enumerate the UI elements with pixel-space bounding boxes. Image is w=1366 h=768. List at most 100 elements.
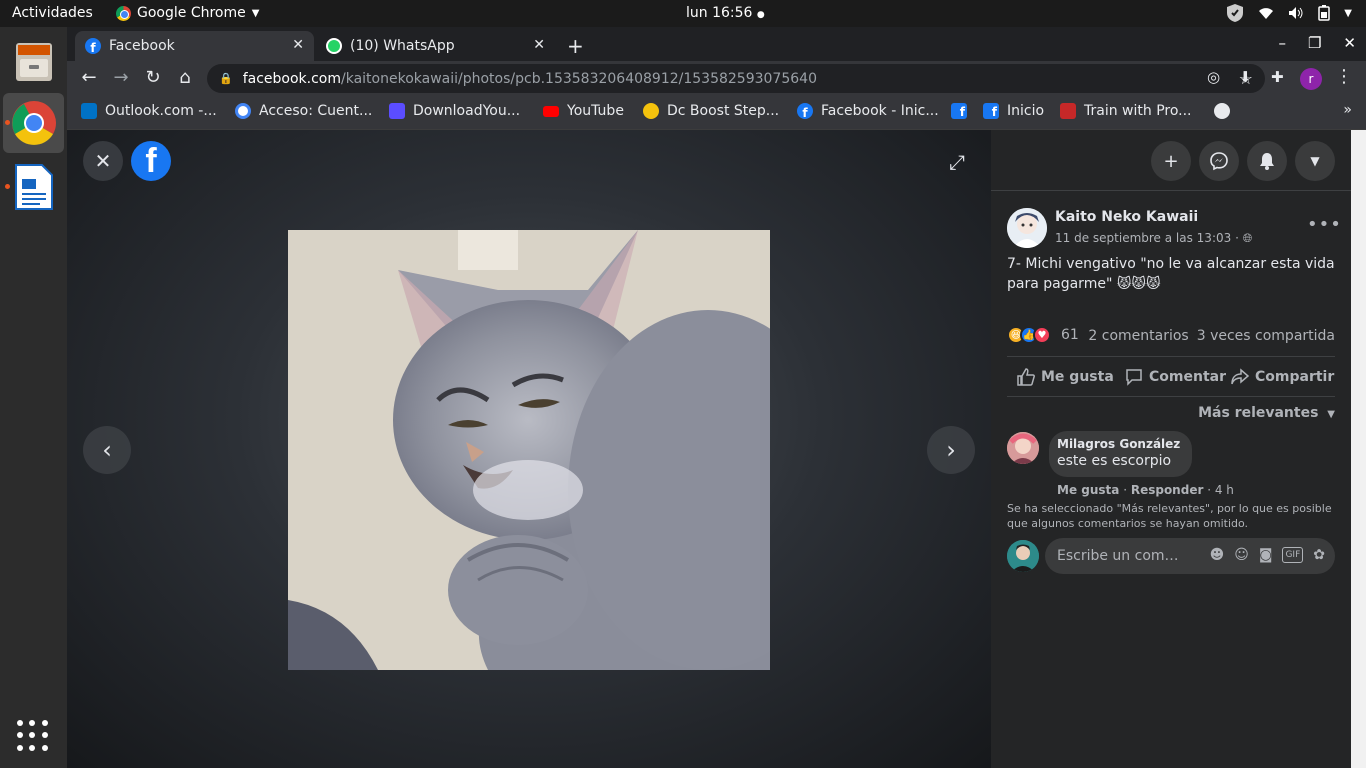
running-indicator	[5, 184, 10, 189]
post-date[interactable]: 11 de septiembre a las 13:03 · 🌐︎	[1055, 231, 1252, 246]
chevron-down-icon: ▼	[251, 7, 260, 19]
comment-reply-link[interactable]: Responder	[1131, 483, 1204, 497]
comment-button[interactable]: Comentar	[1125, 368, 1226, 386]
author-avatar[interactable]	[1007, 208, 1047, 248]
new-tab-button[interactable]: +	[567, 34, 584, 58]
chrome-menu-icon[interactable]: ⋮	[1335, 66, 1353, 87]
youtube-icon	[543, 105, 559, 117]
grid-dot	[41, 720, 48, 726]
minimize-icon[interactable]: –	[1278, 34, 1286, 52]
messenger-button[interactable]	[1199, 141, 1239, 181]
bookmark-outlook[interactable]: Outlook.com -...	[81, 103, 217, 119]
account-menu-button[interactable]: ▼	[1295, 141, 1335, 181]
grid-dot	[41, 744, 48, 751]
comment-input[interactable]: Escribe un com… ☻ ☺ ◙ GIF ✿	[1045, 538, 1335, 574]
bookmark-youtube[interactable]: YouTube	[543, 103, 624, 119]
show-applications-button[interactable]	[17, 720, 49, 752]
clock-label: lun 16:56	[686, 5, 753, 21]
home-icon[interactable]: ⌂	[173, 67, 197, 88]
post-options-icon[interactable]: •••	[1307, 214, 1342, 235]
dock-chrome[interactable]	[3, 93, 64, 153]
shield-icon	[1227, 4, 1244, 22]
app-menu[interactable]: Google Chrome ▼	[116, 5, 259, 21]
comment-text: este es escorpio	[1057, 453, 1172, 469]
url-host: facebook.com	[242, 70, 341, 87]
tab-strip: f Facebook ✕ (10) WhatsApp ✕ + – ❐ ✕	[67, 27, 1366, 61]
reactions-summary[interactable]: 😆 👍 ♥ 61	[1007, 326, 1079, 344]
wifi-icon	[1259, 8, 1274, 19]
download-icon[interactable]: ⬇	[1239, 68, 1252, 86]
bookmark-downloadyou[interactable]: DownloadYou...	[389, 103, 520, 119]
tab-title: (10) WhatsApp	[350, 38, 455, 54]
maximize-icon[interactable]: ❐	[1308, 34, 1321, 52]
bookmark-facebook-login[interactable]: f Facebook - Inic...	[797, 103, 939, 119]
commenter-avatar[interactable]	[1007, 432, 1039, 464]
sort-label: Más relevantes	[1198, 405, 1319, 421]
comment-sort-dropdown[interactable]: Más relevantes ▼	[1198, 405, 1335, 421]
extension-globe-icon[interactable]: ◎	[1207, 68, 1220, 86]
bookmark-train[interactable]: Train with Pro...	[1060, 103, 1192, 119]
sticker-icon[interactable]: ✿	[1313, 547, 1325, 563]
globe-icon	[1214, 103, 1230, 119]
file-cabinet-icon	[15, 43, 52, 81]
comment-time[interactable]: 4 h	[1215, 483, 1234, 497]
caret-down-icon: ▼	[1327, 409, 1335, 420]
post-author-name[interactable]: Kaito Neko Kawaii	[1055, 209, 1198, 225]
notifications-button[interactable]	[1247, 141, 1287, 181]
emoji-icon[interactable]: ☺	[1234, 547, 1249, 563]
bookmark-inicio[interactable]: f Inicio	[983, 103, 1044, 119]
bookmark-label: Dc Boost Step...	[667, 103, 780, 119]
back-arrow-icon[interactable]: ←	[77, 67, 101, 88]
post-caption: 7- Michi vengativo "no le va alcanzar es…	[1007, 256, 1335, 292]
close-viewer-button[interactable]: ✕	[83, 141, 123, 181]
close-tab-icon[interactable]: ✕	[292, 37, 304, 53]
system-top-bar: Actividades Google Chrome ▼ lun 16:56 ● …	[0, 0, 1366, 27]
dock-writer[interactable]	[3, 157, 64, 217]
activities-button[interactable]: Actividades	[12, 5, 93, 21]
gif-icon[interactable]: GIF	[1282, 547, 1304, 563]
close-window-icon[interactable]: ✕	[1343, 34, 1356, 52]
forward-arrow-icon[interactable]: →	[109, 67, 133, 88]
grid-dot	[29, 720, 36, 726]
bookmark-globe[interactable]	[1214, 103, 1230, 119]
share-label: Compartir	[1255, 369, 1335, 385]
bookmark-google-account[interactable]: Acceso: Cuent...	[235, 103, 372, 119]
avatar-sticker-icon[interactable]: ☻	[1210, 547, 1225, 563]
window-controls: – ❐ ✕	[1278, 34, 1356, 52]
like-button[interactable]: Me gusta	[1017, 368, 1114, 386]
writer-document-icon	[14, 164, 53, 210]
puzzle-extensions-icon[interactable]: ✚	[1271, 68, 1284, 86]
previous-photo-button[interactable]: ‹	[83, 426, 131, 474]
address-bar[interactable]: 🔒 facebook.com/kaitonekokawaii/photos/pc…	[207, 64, 1265, 93]
reload-icon[interactable]: ↻	[141, 67, 165, 88]
comment-like-link[interactable]: Me gusta	[1057, 483, 1119, 497]
reaction-count: 61	[1061, 327, 1079, 343]
fullscreen-expand-icon[interactable]: ⤢	[949, 150, 965, 174]
photo-viewer: ✕ f ⤢ ‹ ›	[67, 130, 991, 768]
page-scrollbar[interactable]	[1351, 130, 1366, 768]
current-user-avatar	[1007, 540, 1039, 572]
create-button[interactable]: +	[1151, 141, 1191, 181]
system-menu-arrow-icon: ▼	[1344, 7, 1352, 19]
shares-count[interactable]: 3 veces compartida	[1197, 328, 1335, 344]
close-tab-icon[interactable]: ✕	[533, 37, 545, 53]
next-photo-button[interactable]: ›	[927, 426, 975, 474]
bookmark-facebook[interactable]: f	[951, 103, 967, 119]
camera-icon[interactable]: ◙	[1259, 547, 1273, 563]
share-button[interactable]: Compartir	[1231, 368, 1334, 386]
dock-files[interactable]	[3, 31, 64, 91]
more-bookmarks-icon[interactable]: »	[1343, 102, 1352, 118]
google-icon	[235, 103, 251, 119]
clock[interactable]: lun 16:56 ●	[686, 5, 765, 21]
comment-icon	[1126, 369, 1142, 386]
system-tray[interactable]: ▼	[1226, 3, 1352, 23]
tab-facebook[interactable]: f Facebook ✕	[75, 31, 314, 61]
comments-count[interactable]: 2 comentarios	[1088, 328, 1188, 344]
post-date-label: 11 de septiembre a las 13:03 ·	[1055, 231, 1243, 245]
profile-avatar[interactable]: r	[1300, 68, 1322, 90]
commenter-name[interactable]: Milagros González	[1057, 437, 1180, 451]
facebook-logo-icon[interactable]: f	[131, 141, 171, 181]
comment-label: Comentar	[1149, 369, 1226, 385]
bookmark-dcboost[interactable]: Dc Boost Step...	[643, 103, 779, 119]
tab-whatsapp[interactable]: (10) WhatsApp ✕	[316, 31, 555, 61]
